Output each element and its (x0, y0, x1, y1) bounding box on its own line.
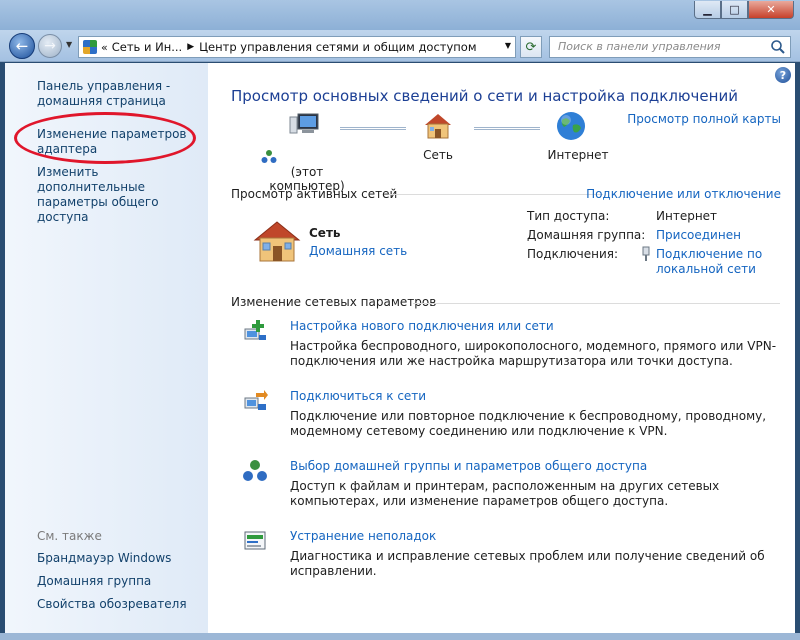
map-internet[interactable] (554, 110, 588, 145)
troubleshoot-desc: Диагностика и исправление сетевых пробле… (290, 549, 765, 578)
window-bottom-border (0, 633, 800, 640)
forward-button[interactable]: → (38, 34, 62, 58)
globe-icon (557, 112, 585, 140)
access-type-value: Интернет (656, 209, 718, 223)
ethernet-icon (642, 246, 650, 261)
home-network-large-icon (253, 221, 301, 262)
homegroup-link[interactable]: Присоединен (656, 228, 741, 242)
connect-to-network-desc: Подключение или повторное подключение к … (290, 409, 767, 438)
view-full-map-link[interactable]: Просмотр полной карты (627, 112, 781, 126)
sidebar-link-homegroup[interactable]: Домашняя группа (37, 574, 205, 589)
main-panel: ? Просмотр основных сведений о сети и на… (208, 63, 795, 633)
network-type-link[interactable]: Домашняя сеть (309, 244, 407, 258)
refresh-button[interactable]: ⟳ (520, 36, 542, 58)
change-settings-divider (413, 303, 780, 304)
address-bar[interactable]: « Сеть и Ин... ▶ Центр управления сетями… (78, 36, 516, 58)
arrow-left-icon: ← (15, 37, 29, 55)
local-connection-link[interactable]: Подключение по локальной сети (656, 247, 786, 277)
connections-label: Подключения: (527, 247, 619, 261)
navigation-bar: ← → ▼ « Сеть и Ин... ▶ Центр управления … (0, 30, 800, 62)
troubleshoot-link[interactable]: Устранение неполадок (290, 529, 436, 543)
homegroup-label: Домашняя группа: (527, 228, 646, 242)
maximize-button[interactable]: □ (721, 1, 748, 19)
highlight-circle (14, 112, 196, 164)
sidebar-link-firewall[interactable]: Брандмауэр Windows (37, 551, 205, 566)
connect-disconnect-link[interactable]: Подключение или отключение (586, 187, 781, 201)
breadcrumb-network[interactable]: Сеть и Ин... (112, 40, 182, 54)
change-settings-heading: Изменение сетевых параметров (231, 295, 437, 309)
setup-new-connection-link[interactable]: Настройка нового подключения или сети (290, 319, 554, 333)
homegroup-sharing-desc: Доступ к файлам и принтерам, расположенн… (290, 479, 720, 508)
help-icon[interactable]: ? (775, 67, 791, 83)
sidebar-link-advanced-sharing[interactable]: Изменить дополнительные параметры общего… (37, 165, 205, 225)
map-link-1 (340, 127, 406, 130)
map-network[interactable] (421, 111, 455, 144)
map-internet-label: Интернет (547, 148, 609, 162)
page-title: Просмотр основных сведений о сети и наст… (231, 87, 738, 105)
active-network-name: Сеть (309, 226, 341, 240)
map-network-label: Сеть (423, 148, 453, 162)
arrow-right-icon: → (44, 38, 56, 54)
connect-to-network-link[interactable]: Подключиться к сети (290, 389, 426, 403)
title-bar: ▁ □ ✕ (0, 0, 800, 30)
network-users-icon (261, 150, 277, 163)
map-computer[interactable] (286, 111, 320, 144)
see-also-heading: См. также (37, 529, 102, 543)
address-overflow[interactable]: « (101, 41, 108, 54)
breadcrumb-network-center[interactable]: Центр управления сетями и общим доступом (199, 40, 476, 54)
search-icon[interactable] (770, 39, 786, 55)
new-connection-icon (244, 320, 266, 340)
computer-icon (289, 113, 319, 134)
address-dropdown-icon[interactable]: ▼ (505, 41, 511, 50)
control-panel-icon (83, 40, 97, 54)
troubleshoot-icon (244, 531, 266, 550)
sidebar-link-control-panel-home[interactable]: Панель управления - домашняя страница (37, 79, 205, 109)
back-button[interactable]: ← (9, 33, 35, 59)
minimize-button[interactable]: ▁ (694, 1, 721, 19)
content-area: Панель управления - домашняя страница Из… (5, 63, 795, 633)
sidebar: Панель управления - домашняя страница Из… (5, 63, 208, 633)
homegroup-icon (243, 460, 267, 481)
close-button[interactable]: ✕ (748, 1, 794, 19)
access-type-label: Тип доступа: (527, 209, 610, 223)
sidebar-link-internet-options[interactable]: Свойства обозревателя (37, 597, 205, 612)
active-networks-divider (389, 194, 603, 195)
connect-network-icon (244, 390, 268, 410)
breadcrumb-separator-icon[interactable]: ▶ (187, 42, 194, 52)
recent-pages-dropdown[interactable]: ▼ (66, 40, 72, 49)
search-placeholder: Поиск в панели управления (558, 40, 721, 53)
home-network-icon (425, 114, 451, 139)
window-controls: ▁ □ ✕ (694, 1, 794, 19)
search-input[interactable]: Поиск в панели управления (549, 36, 791, 58)
map-link-2 (474, 127, 540, 130)
homegroup-sharing-link[interactable]: Выбор домашней группы и параметров общег… (290, 459, 647, 473)
refresh-icon: ⟳ (525, 39, 537, 55)
active-networks-heading: Просмотр активных сетей (231, 187, 398, 201)
setup-new-connection-desc: Настройка беспроводного, широкополосного… (290, 339, 777, 368)
